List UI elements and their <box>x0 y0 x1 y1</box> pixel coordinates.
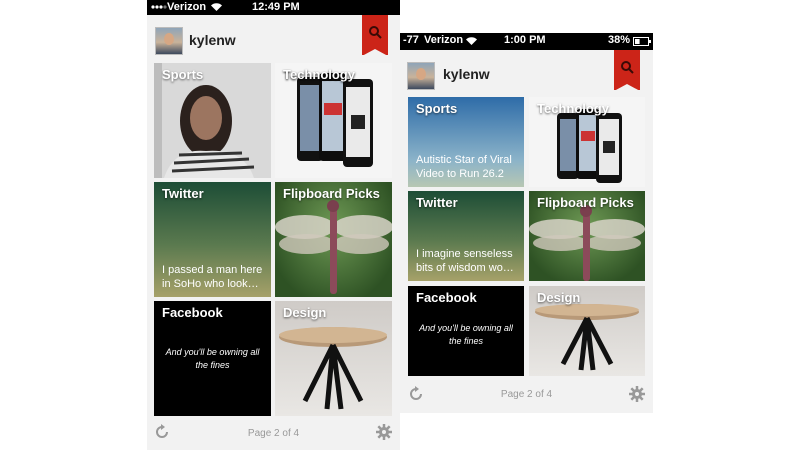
tile-facebook[interactable]: Facebook And you'll be owning all the fi… <box>154 301 271 416</box>
phone-screen-right: -77 Verizon 1:00 PM 38% kylenw Sports Au… <box>400 33 653 413</box>
header: kylenw <box>147 15 400 62</box>
clock-time: 12:49 PM <box>252 1 300 13</box>
phone-screen-left: Verizon 12:49 PM kylenw Sports Technolog… <box>147 0 400 450</box>
tile-label: Sports <box>162 67 204 82</box>
tile-label: Flipboard Picks <box>537 195 634 210</box>
carrier-label: Verizon <box>424 34 464 46</box>
tile-sports[interactable]: Sports Autistic Star of Viral Video to R… <box>408 97 524 187</box>
header: kylenw <box>400 50 653 97</box>
tile-text: I passed a man here in SoHo who look… <box>162 264 263 290</box>
battery-icon <box>633 37 651 49</box>
tile-design[interactable]: Design <box>529 286 645 376</box>
tile-label: Twitter <box>416 195 458 210</box>
tile-text: I imagine senseless bits of wisdom wo… <box>416 248 514 274</box>
tile-facebook[interactable]: Facebook And you'll be owning all the fi… <box>408 286 524 376</box>
magnifier-icon <box>621 61 634 74</box>
search-button[interactable] <box>614 50 640 91</box>
page-indicator: Page 2 of 4 <box>247 428 300 439</box>
page-indicator: Page 2 of 4 <box>500 389 553 400</box>
tile-label: Twitter <box>162 186 204 201</box>
gear-icon[interactable] <box>629 386 645 407</box>
battery-percent: 38% <box>608 34 631 46</box>
tile-twitter[interactable]: Twitter I imagine senseless bits of wisd… <box>408 191 524 281</box>
tile-twitter[interactable]: Twitter I passed a man here in SoHo who … <box>154 182 271 297</box>
tile-quote: And you'll be owning all the fines <box>419 323 513 346</box>
wifi-icon <box>210 2 223 15</box>
avatar[interactable] <box>407 62 435 90</box>
tile-label: Design <box>283 305 327 320</box>
battery-fill <box>635 39 640 44</box>
tile-label: Design <box>537 290 581 305</box>
tile-flipboard-picks[interactable]: Flipboard Picks <box>529 191 645 281</box>
gear-icon[interactable] <box>376 424 392 445</box>
tile-text: Autistic Star of Viral Video to Run 26.2 <box>416 154 512 180</box>
search-button[interactable] <box>362 15 388 56</box>
tile-label: Technology <box>283 67 355 82</box>
signal-strength: -77 <box>403 34 419 46</box>
avatar[interactable] <box>155 27 183 55</box>
carrier-label: Verizon <box>167 1 207 13</box>
tile-technology[interactable]: Technology <box>529 97 645 187</box>
tile-technology[interactable]: Technology <box>275 63 392 178</box>
footer: Page 2 of 4 <box>400 378 653 413</box>
username: kylenw <box>189 32 236 48</box>
tile-label: Technology <box>537 101 609 116</box>
wifi-icon <box>465 36 478 49</box>
tile-sports[interactable]: Sports <box>154 63 271 178</box>
tile-label: Sports <box>416 101 458 116</box>
tile-quote: And you'll be owning all the fines <box>165 347 260 370</box>
status-bar: Verizon 12:49 PM <box>147 0 400 15</box>
magnifier-icon <box>369 26 382 39</box>
footer: Page 2 of 4 <box>147 416 400 450</box>
tile-label: Facebook <box>162 305 223 320</box>
username: kylenw <box>443 66 490 82</box>
status-bar: -77 Verizon 1:00 PM 38% <box>400 33 653 50</box>
clock-time: 1:00 PM <box>504 34 546 46</box>
tile-label: Flipboard Picks <box>283 186 380 201</box>
tile-label: Facebook <box>416 290 477 305</box>
tile-flipboard-picks[interactable]: Flipboard Picks <box>275 182 392 297</box>
tile-design[interactable]: Design <box>275 301 392 416</box>
